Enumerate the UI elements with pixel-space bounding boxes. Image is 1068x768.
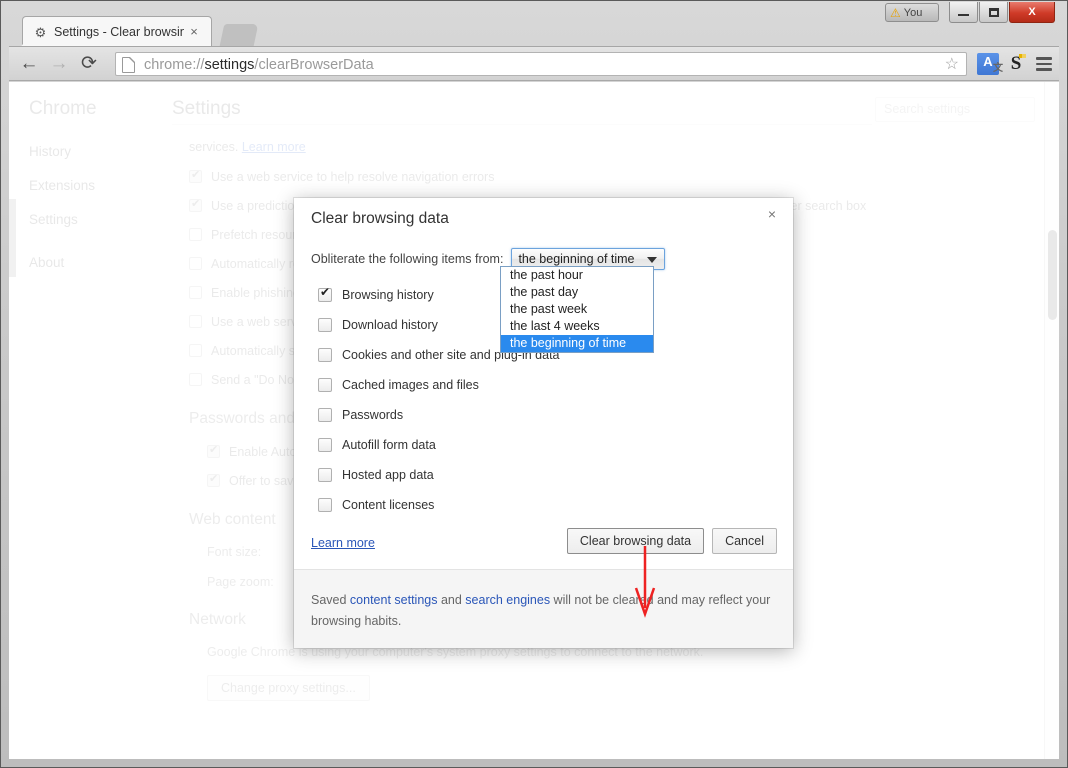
address-bar[interactable]: chrome://settings/clearBrowserData ☆ xyxy=(115,52,967,76)
gear-icon: ⚙ xyxy=(34,25,47,40)
new-tab-button[interactable] xyxy=(219,24,259,46)
cancel-button[interactable]: Cancel xyxy=(712,528,777,554)
tab-title: Settings - Clear browsing xyxy=(54,25,184,39)
checkbox-box xyxy=(318,348,332,362)
settings-page: Chrome History Extensions Settings About… xyxy=(9,82,1059,759)
clear-browsing-data-dialog: × Clear browsing data Obliterate the fol… xyxy=(294,198,793,648)
checkbox-autofill-form-data[interactable]: Autofill form data xyxy=(318,430,560,460)
hamburger-menu-icon[interactable] xyxy=(1033,53,1055,75)
chevron-down-icon xyxy=(647,257,658,263)
forward-icon[interactable]: → xyxy=(47,53,71,75)
dropdown-option[interactable]: the last 4 weeks xyxy=(501,318,653,335)
browser-window: ⚙ Settings - Clear browsing × ⚠ You X ← … xyxy=(0,0,1068,768)
dialog-close-icon[interactable]: × xyxy=(762,204,782,224)
dialog-footer-note: Saved content settings and search engine… xyxy=(294,569,793,648)
minimize-button[interactable] xyxy=(949,2,978,23)
checkbox-box xyxy=(318,438,332,452)
dropdown-option[interactable]: the past hour xyxy=(501,267,653,284)
reload-icon[interactable]: ⟳ xyxy=(77,53,101,75)
dialog-title: Clear browsing data xyxy=(311,210,449,227)
content-settings-link[interactable]: content settings xyxy=(350,593,438,607)
bookmark-star-icon[interactable]: ☆ xyxy=(945,56,959,74)
url-text: chrome://settings/clearBrowserData xyxy=(144,57,374,73)
maximize-button[interactable] xyxy=(979,2,1008,23)
dropdown-option[interactable]: the past day xyxy=(501,284,653,301)
translate-extension-icon[interactable]: A xyxy=(977,53,1003,78)
checkbox-hosted-app-data[interactable]: Hosted app data xyxy=(318,460,560,490)
dialog-actions: Clear browsing data Cancel xyxy=(566,528,777,554)
close-icon[interactable]: × xyxy=(187,25,201,39)
you-label: You xyxy=(903,6,923,19)
dropdown-option-selected[interactable]: the beginning of time xyxy=(501,335,653,352)
browser-toolbar: ← → ⟳ chrome://settings/clearBrowserData… xyxy=(9,47,1059,81)
search-engines-link[interactable]: search engines xyxy=(465,593,550,607)
browser-tab[interactable]: ⚙ Settings - Clear browsing × xyxy=(22,16,212,47)
annotation-arrow xyxy=(634,546,656,618)
window-caption-buttons: X xyxy=(948,2,1055,23)
page-icon xyxy=(122,57,135,73)
checkbox-box xyxy=(318,498,332,512)
checkbox-box xyxy=(318,378,332,392)
checkbox-cached-images[interactable]: Cached images and files xyxy=(318,370,560,400)
checkbox-box xyxy=(318,468,332,482)
s-extension-icon[interactable]: S xyxy=(1005,53,1027,75)
dropdown-option[interactable]: the past week xyxy=(501,301,653,318)
dialog-learn-more-link[interactable]: Learn more xyxy=(311,536,375,550)
close-window-button[interactable]: X xyxy=(1009,2,1055,23)
checkbox-box xyxy=(318,408,332,422)
checkbox-passwords[interactable]: Passwords xyxy=(318,400,560,430)
time-range-label: Obliterate the following items from: xyxy=(311,252,504,266)
back-icon[interactable]: ← xyxy=(17,53,41,75)
checkbox-content-licenses[interactable]: Content licenses xyxy=(318,490,560,520)
time-range-dropdown-list[interactable]: the past hour the past day the past week… xyxy=(500,266,654,353)
warning-triangle-icon: ⚠ xyxy=(890,5,901,20)
checkbox-box xyxy=(318,318,332,332)
you-profile-button[interactable]: ⚠ You xyxy=(885,3,939,22)
checkbox-box xyxy=(318,285,332,302)
